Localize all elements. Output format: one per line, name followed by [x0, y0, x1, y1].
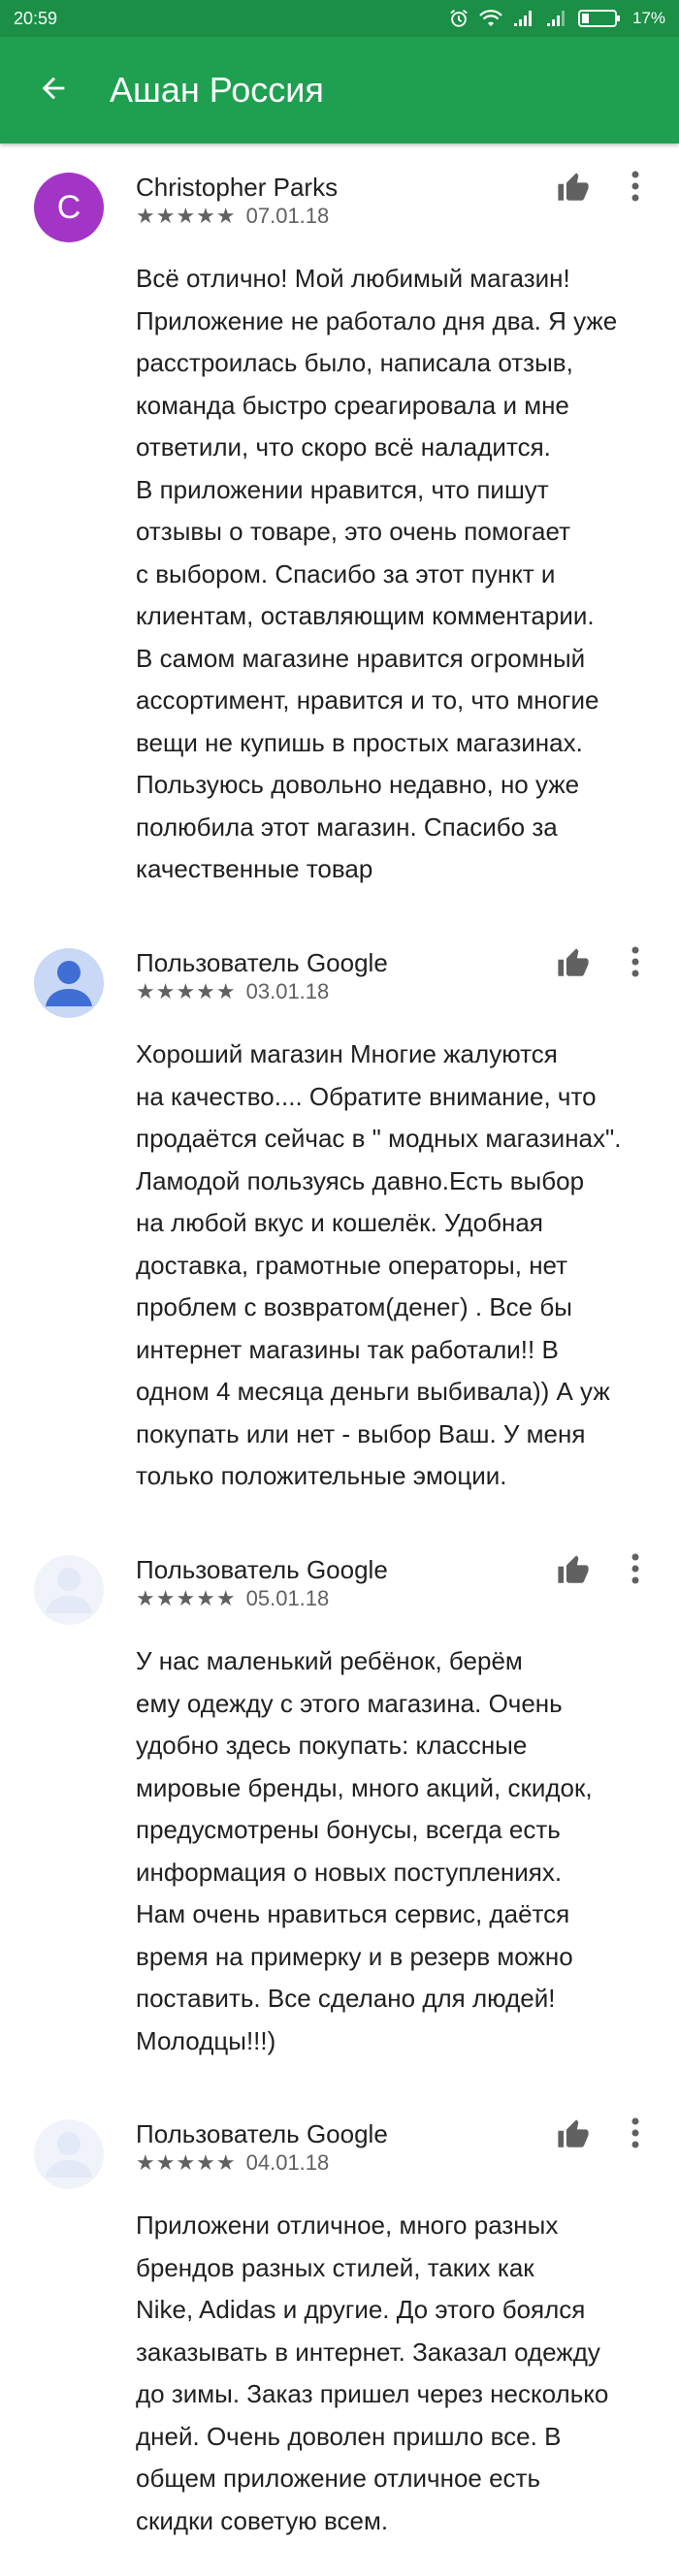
review-item: Пользователь Google ★★★★★ 05.01.18 У нас…: [0, 1526, 679, 2090]
review-meta: ★★★★★ 07.01.18: [136, 204, 329, 229]
review-text: Всё отлично! Мой любимый магазин! Прилож…: [136, 264, 618, 883]
review-meta: ★★★★★ 04.01.18: [136, 2150, 329, 2176]
review-text: Хороший магазин Многие жалуются на качес…: [136, 1039, 622, 1490]
review-author: Пользователь Google: [136, 948, 388, 977]
avatar: C: [34, 173, 104, 242]
status-icons: 17%: [448, 8, 665, 29]
review-text: Приложени отличное, много разных брендов…: [136, 2210, 609, 2535]
more-vert-icon: [630, 170, 640, 207]
signal-icon-2: [545, 9, 568, 28]
avatar-letter: C: [56, 188, 81, 226]
app-bar: Ашан Россия: [0, 37, 679, 143]
battery-level: 17%: [631, 9, 665, 27]
review-date: 07.01.18: [245, 204, 330, 228]
battery-icon: [577, 9, 621, 28]
person-icon: [34, 948, 104, 1018]
review-item: C Christopher Parks ★★★★★ 07.01.18 Всё о…: [0, 143, 679, 919]
review-author: Пользователь Google: [136, 1555, 388, 1584]
review-meta: ★★★★★ 05.01.18: [136, 1586, 329, 1611]
more-vert-icon: [630, 945, 640, 983]
arrow-back-icon: [37, 72, 70, 110]
avatar: [34, 2119, 104, 2189]
review-meta: ★★★★★ 03.01.18: [136, 979, 329, 1004]
review-text: У нас маленький ребёнок, берём ему одежд…: [136, 1646, 593, 2055]
thumb-up-icon: [557, 2118, 590, 2156]
review-date: 05.01.18: [245, 1586, 330, 1610]
thumb-up-icon: [557, 947, 590, 985]
rating-stars: ★★★★★: [136, 204, 237, 228]
more-vert-icon: [630, 1552, 640, 1590]
like-button[interactable]: [554, 2117, 593, 2156]
review-item: Пользователь Google ★★★★★ 04.01.18 Прило…: [0, 2090, 679, 2576]
avatar: [34, 948, 104, 1018]
more-options-button[interactable]: [621, 1549, 650, 1592]
person-icon: [34, 1555, 104, 1625]
more-vert-icon: [630, 2116, 640, 2154]
avatar: [34, 1555, 104, 1625]
status-time: 20:59: [14, 8, 58, 28]
review-date: 03.01.18: [245, 979, 330, 1003]
rating-stars: ★★★★★: [136, 979, 237, 1003]
page-title: Ашан Россия: [110, 70, 324, 110]
like-button[interactable]: [554, 1553, 593, 1592]
more-options-button[interactable]: [621, 167, 650, 209]
review-item: Пользователь Google ★★★★★ 03.01.18 Хорош…: [0, 919, 679, 1526]
rating-stars: ★★★★★: [136, 2150, 237, 2175]
back-button[interactable]: [24, 61, 82, 119]
like-button[interactable]: [554, 946, 593, 985]
more-options-button[interactable]: [621, 942, 650, 985]
review-author: Пользователь Google: [136, 2119, 388, 2148]
like-button[interactable]: [554, 171, 593, 209]
status-bar: 20:59 17%: [0, 0, 679, 37]
alarm-icon: [448, 8, 469, 29]
wifi-icon: [479, 9, 502, 28]
signal-icon: [512, 9, 535, 28]
rating-stars: ★★★★★: [136, 1586, 237, 1610]
thumb-up-icon: [557, 172, 590, 209]
review-author: Christopher Parks: [136, 173, 339, 202]
person-icon: [34, 2119, 104, 2189]
review-date: 04.01.18: [245, 2150, 330, 2175]
more-options-button[interactable]: [621, 2114, 650, 2156]
thumb-up-icon: [557, 1554, 590, 1592]
